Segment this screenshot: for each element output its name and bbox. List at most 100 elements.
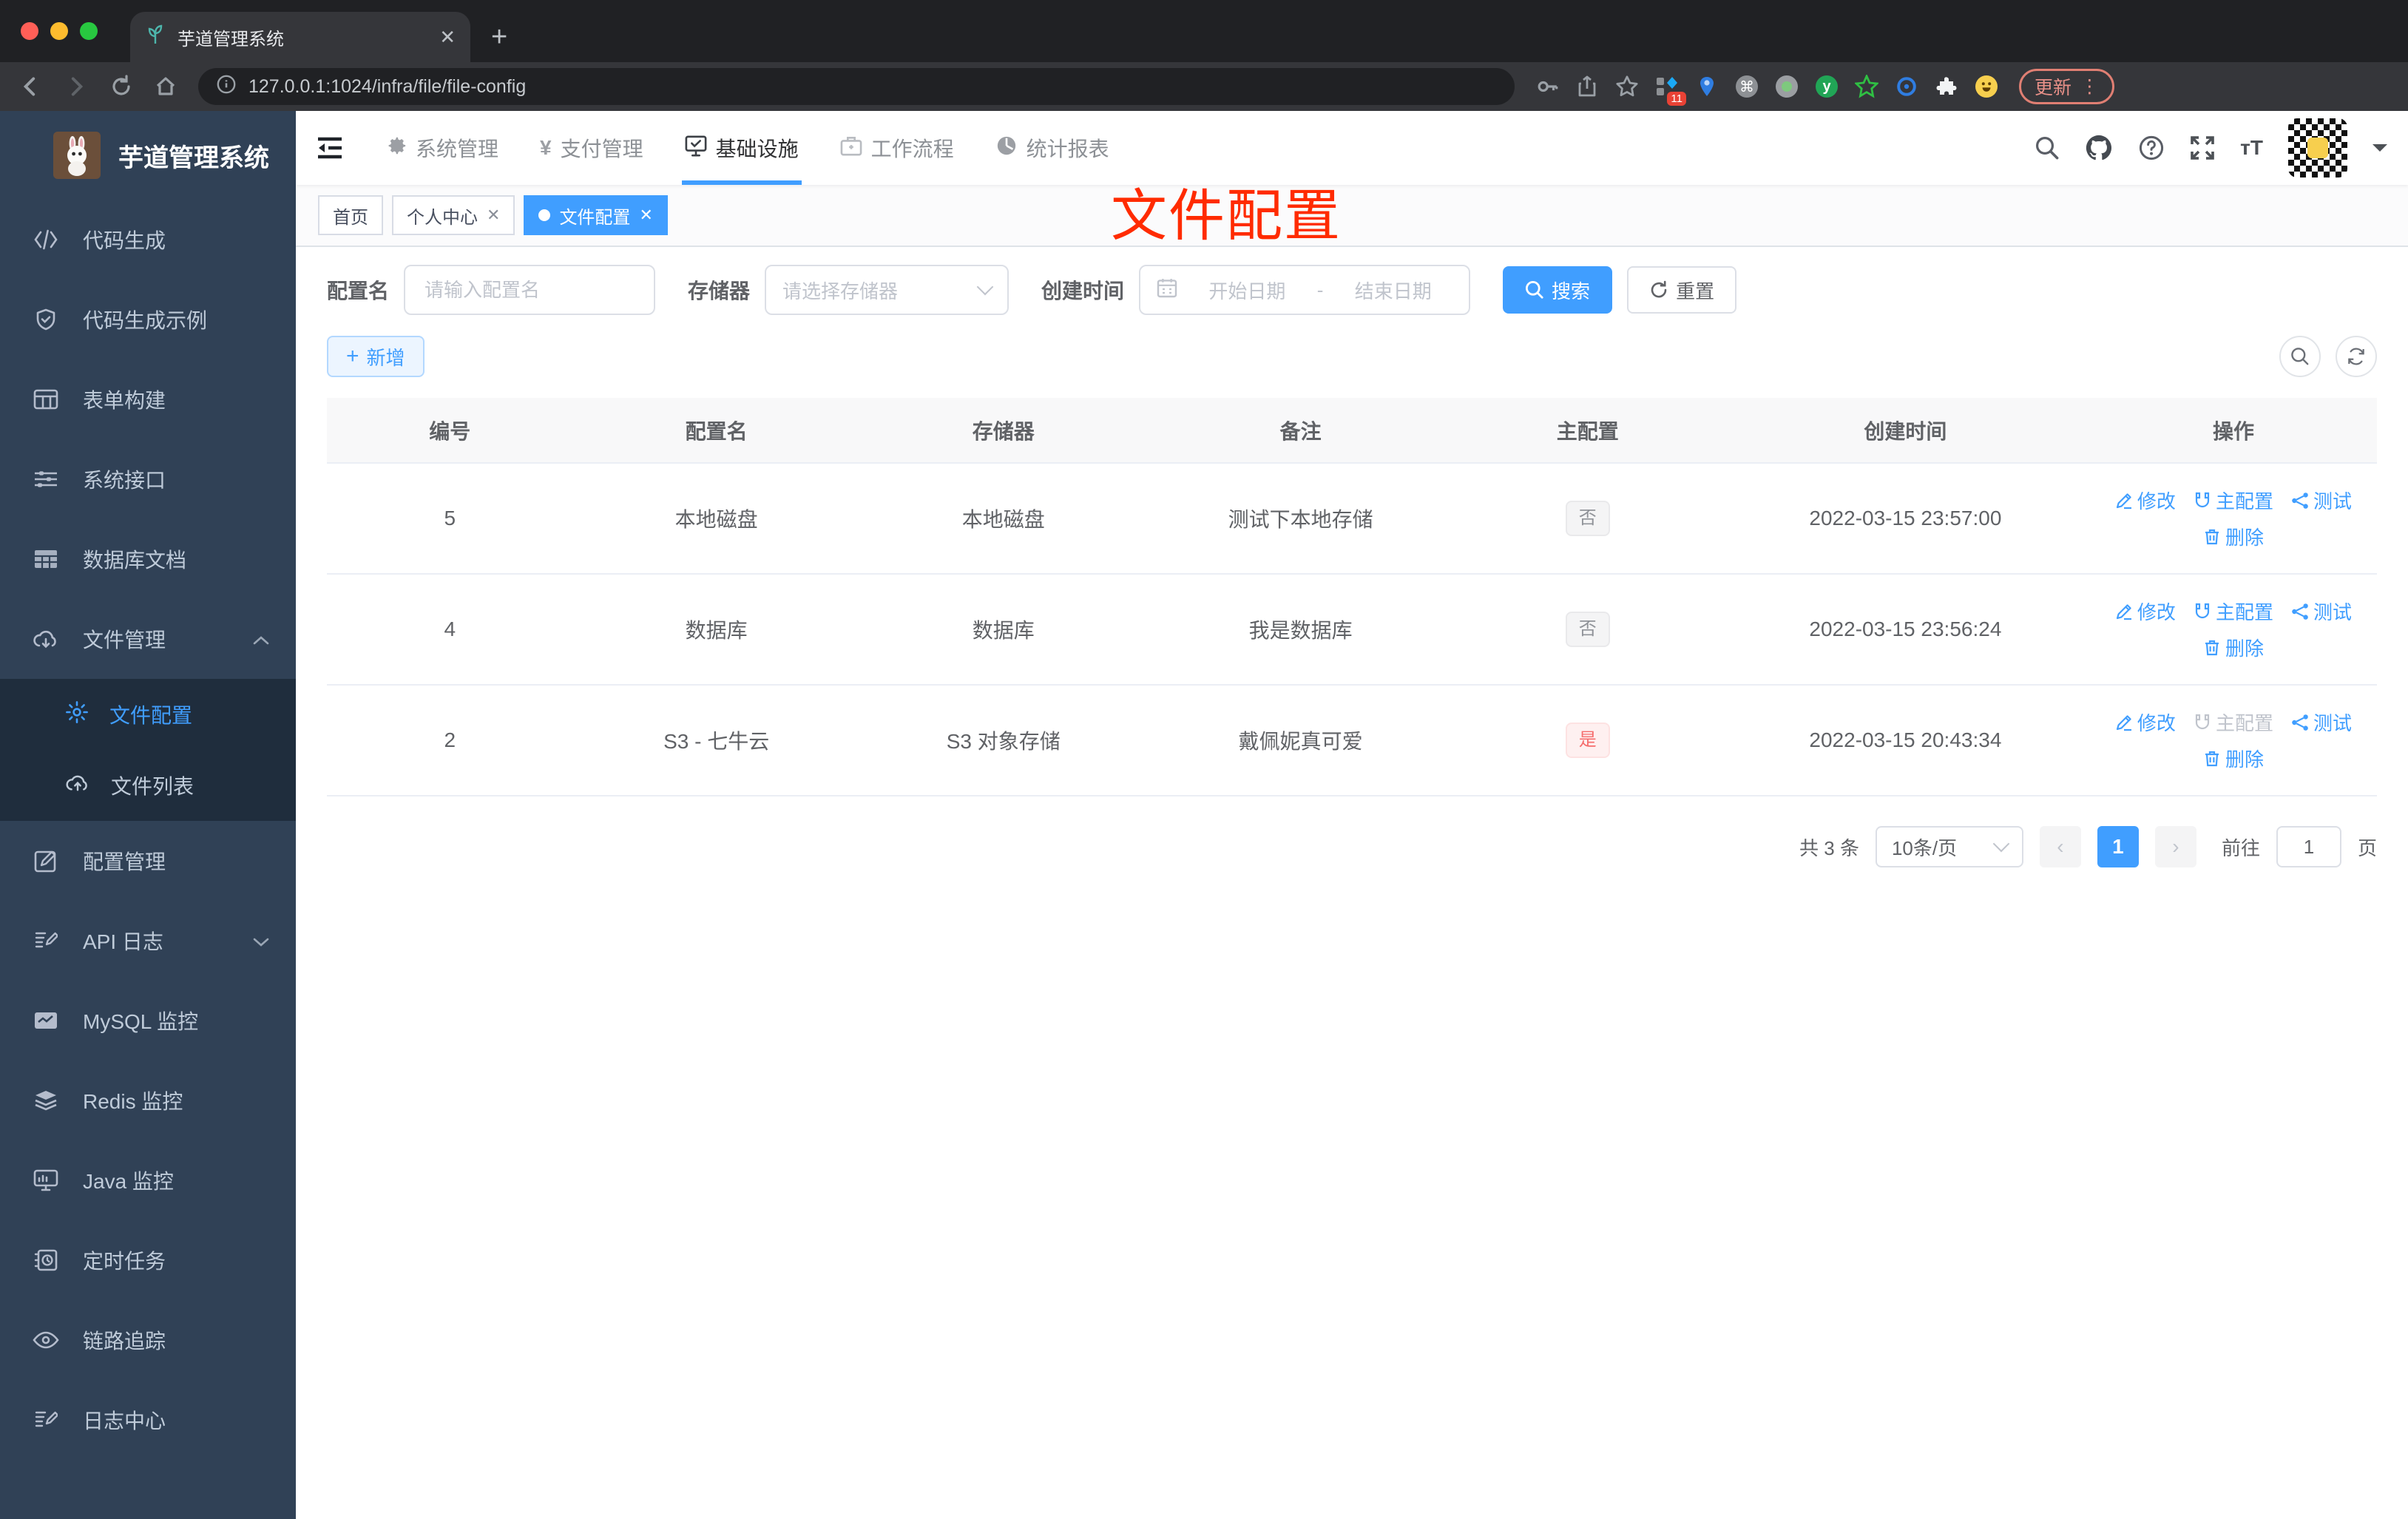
edit-link[interactable]: 修改 bbox=[2115, 708, 2176, 736]
forward-icon[interactable] bbox=[64, 74, 89, 99]
nav-item-workflow[interactable]: 工作流程 bbox=[819, 111, 975, 185]
reload-icon[interactable] bbox=[109, 75, 133, 98]
master-config-link[interactable]: 主配置 bbox=[2194, 598, 2273, 625]
page-size-select[interactable]: 10条/页 bbox=[1875, 826, 2023, 867]
sidebar-item-file-manage[interactable]: 文件管理 bbox=[0, 599, 296, 679]
tag-file-config[interactable]: 文件配置 ✕ bbox=[524, 195, 668, 235]
edit-link[interactable]: 修改 bbox=[2115, 598, 2176, 625]
end-date-placeholder[interactable]: 结束日期 bbox=[1333, 277, 1452, 304]
ext-y-icon[interactable]: y bbox=[1815, 75, 1839, 98]
ext-eye-icon[interactable] bbox=[1895, 75, 1918, 98]
sidebar-item-system-api[interactable]: 系统接口 bbox=[0, 439, 296, 519]
sidebar-item-mysql-monitor[interactable]: MySQL 监控 bbox=[0, 981, 296, 1060]
col-actions: 操作 bbox=[2089, 398, 2377, 464]
test-link[interactable]: 测试 bbox=[2291, 487, 2352, 514]
sidebar-item-java-monitor[interactable]: Java 监控 bbox=[0, 1140, 296, 1220]
ext-command-icon[interactable]: ⌘ bbox=[1735, 75, 1759, 98]
test-link[interactable]: 测试 bbox=[2291, 708, 2352, 736]
ext-pin-icon[interactable] bbox=[1695, 75, 1719, 98]
ext-camera-icon[interactable] bbox=[1775, 75, 1799, 98]
start-date-placeholder[interactable]: 开始日期 bbox=[1188, 277, 1307, 304]
user-avatar[interactable] bbox=[2288, 118, 2347, 177]
tag-profile[interactable]: 个人中心 ✕ bbox=[392, 195, 515, 235]
nav-item-report[interactable]: 统计报表 bbox=[975, 111, 1130, 185]
sidebar-item-api-log[interactable]: API 日志 bbox=[0, 901, 296, 981]
site-info-icon[interactable] bbox=[216, 73, 237, 101]
shield-check-icon bbox=[33, 308, 59, 331]
url-text[interactable]: 127.0.0.1:1024/infra/file/file-config bbox=[248, 76, 526, 98]
home-icon[interactable] bbox=[154, 75, 177, 98]
page-content: 配置名 存储器 请选择存储器 创建时间 bbox=[296, 247, 2408, 1519]
sidebar-logo-row[interactable]: 芋道管理系统 bbox=[0, 111, 296, 200]
tag-close-icon[interactable]: ✕ bbox=[639, 206, 652, 225]
header-search-icon[interactable] bbox=[2035, 135, 2060, 160]
sidebar-item-tracing[interactable]: 链路追踪 bbox=[0, 1300, 296, 1380]
sidebar-menu: 代码生成 代码生成示例 表单构建 系统接口 数据库文档 文件管理 文件配置 文件… bbox=[0, 200, 296, 1519]
help-icon[interactable] bbox=[2138, 135, 2165, 161]
tab-close-icon[interactable]: ✕ bbox=[439, 26, 456, 49]
reset-button[interactable]: 重置 bbox=[1627, 266, 1737, 314]
goto-page-input[interactable] bbox=[2276, 826, 2341, 867]
briefcase-icon bbox=[840, 135, 862, 161]
ext-smiley-icon[interactable] bbox=[1975, 75, 1998, 98]
ext-grid-diamond-icon[interactable]: 11 bbox=[1655, 75, 1686, 106]
page-number-1[interactable]: 1 bbox=[2097, 826, 2139, 867]
nav-item-pay[interactable]: ¥ 支付管理 bbox=[519, 111, 664, 185]
url-bar[interactable]: 127.0.0.1:1024/infra/file/file-config bbox=[198, 68, 1515, 105]
sidebar-item-db-doc[interactable]: 数据库文档 bbox=[0, 519, 296, 599]
next-page-button[interactable]: › bbox=[2154, 826, 2196, 867]
refresh-table-button[interactable] bbox=[2336, 336, 2377, 377]
github-icon[interactable] bbox=[2085, 134, 2113, 162]
date-range-picker[interactable]: 开始日期 - 结束日期 bbox=[1139, 265, 1471, 315]
sidebar-item-label: 定时任务 bbox=[83, 1250, 166, 1273]
delete-link[interactable]: 删除 bbox=[2203, 745, 2264, 772]
new-tab-button[interactable]: + bbox=[491, 21, 507, 53]
reset-button-label: 重置 bbox=[1676, 280, 1715, 302]
sidebar-item-file-list[interactable]: 文件列表 bbox=[0, 750, 296, 821]
tag-home[interactable]: 首页 bbox=[318, 195, 383, 235]
bookmark-star-icon[interactable] bbox=[1615, 75, 1639, 98]
minimize-window-button[interactable] bbox=[50, 22, 68, 40]
sidebar-item-cron-job[interactable]: 定时任务 bbox=[0, 1220, 296, 1300]
sliders-icon bbox=[33, 469, 59, 490]
cell-remark: 测试下本地存储 bbox=[1146, 463, 1455, 575]
close-window-button[interactable] bbox=[21, 22, 38, 40]
window-controls[interactable] bbox=[21, 22, 98, 40]
add-button[interactable]: + 新增 bbox=[327, 336, 425, 377]
sidebar-item-file-config[interactable]: 文件配置 bbox=[0, 679, 296, 750]
nav-item-system[interactable]: 系统管理 bbox=[364, 111, 519, 185]
delete-link[interactable]: 删除 bbox=[2203, 634, 2264, 661]
fullscreen-icon[interactable] bbox=[2190, 135, 2215, 160]
zoom-window-button[interactable] bbox=[80, 22, 98, 40]
sidebar-item-label: 代码生成 bbox=[83, 229, 166, 252]
nav-item-infra[interactable]: 基础设施 bbox=[664, 111, 819, 185]
prev-page-button[interactable]: ‹ bbox=[2039, 826, 2081, 867]
edit-link[interactable]: 修改 bbox=[2115, 487, 2176, 514]
font-size-icon[interactable]: ᴛT bbox=[2240, 136, 2263, 160]
sidebar-item-log-center[interactable]: 日志中心 bbox=[0, 1380, 296, 1460]
delete-link[interactable]: 删除 bbox=[2203, 523, 2264, 550]
back-icon[interactable] bbox=[18, 74, 43, 99]
search-button[interactable]: 搜索 bbox=[1503, 266, 1613, 314]
sidebar-item-code-demo[interactable]: 代码生成示例 bbox=[0, 280, 296, 359]
master-config-link[interactable]: 主配置 bbox=[2194, 487, 2273, 514]
storage-select[interactable]: 请选择存储器 bbox=[765, 265, 1009, 315]
tag-close-icon[interactable]: ✕ bbox=[487, 206, 500, 225]
config-name-input[interactable] bbox=[422, 277, 638, 303]
ext-puzzle-icon[interactable] bbox=[1935, 75, 1958, 98]
user-menu-caret-icon[interactable] bbox=[2373, 144, 2387, 159]
sidebar-item-config-manage[interactable]: 配置管理 bbox=[0, 821, 296, 901]
browser-tab[interactable]: 芋道管理系统 ✕ bbox=[130, 12, 470, 62]
show-search-toggle-button[interactable] bbox=[2279, 336, 2321, 377]
sidebar-item-code-gen[interactable]: 代码生成 bbox=[0, 200, 296, 280]
chrome-update-button[interactable]: 更新 ⋮ bbox=[2019, 69, 2115, 104]
ext-star-green-icon[interactable] bbox=[1855, 75, 1878, 98]
create-time-label: 创建时间 bbox=[1041, 280, 1125, 302]
sidebar-collapse-icon[interactable] bbox=[296, 137, 364, 159]
test-link[interactable]: 测试 bbox=[2291, 598, 2352, 625]
sidebar-item-form-builder[interactable]: 表单构建 bbox=[0, 359, 296, 439]
sidebar-item-redis-monitor[interactable]: Redis 监控 bbox=[0, 1060, 296, 1140]
password-key-icon[interactable] bbox=[1535, 75, 1559, 98]
chrome-menu-icon[interactable]: ⋮ bbox=[2080, 75, 2099, 98]
share-icon[interactable] bbox=[1575, 75, 1599, 98]
